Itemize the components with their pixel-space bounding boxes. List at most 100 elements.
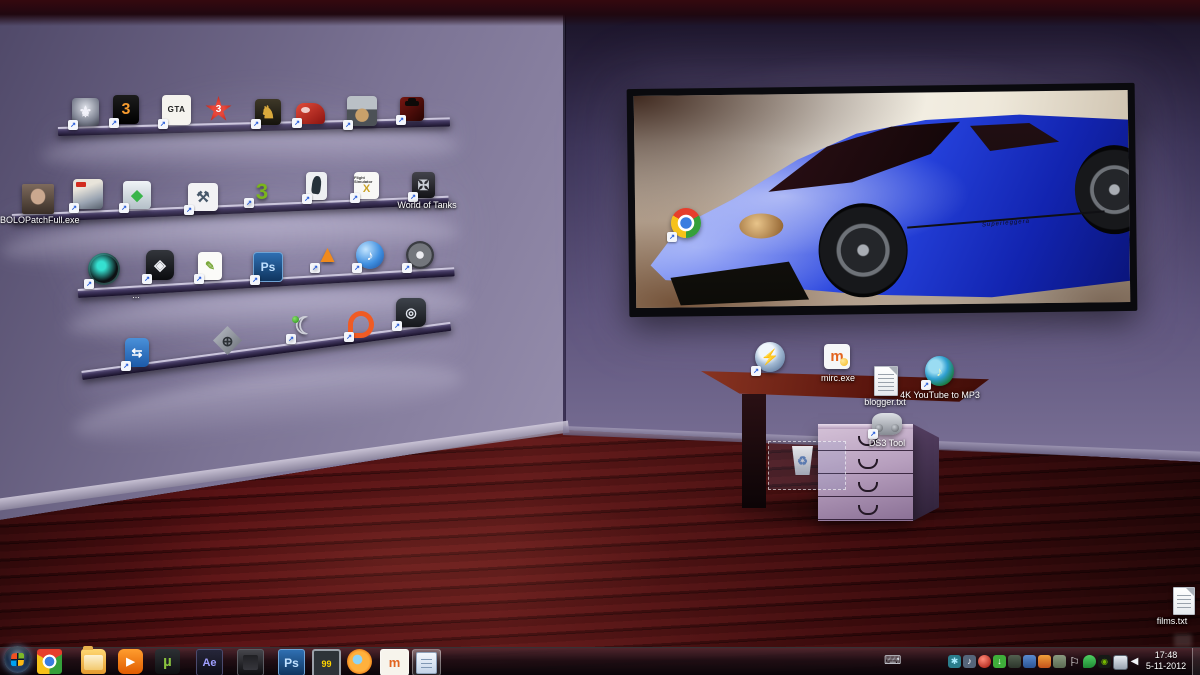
tray-blue-folder-icon[interactable]	[1023, 655, 1036, 668]
start-button[interactable]	[4, 646, 31, 673]
shortcut-arrow-icon: ↗	[119, 203, 129, 213]
fraps-glyph: 99	[321, 659, 331, 669]
icon-daemon-crescent[interactable]: ☾↗	[290, 314, 320, 340]
shortcut-arrow-icon: ↗	[194, 274, 204, 284]
taskbar-mirc-running[interactable]: m	[380, 649, 409, 675]
taskbar-after-effects-icon[interactable]: Ae	[196, 649, 223, 675]
icon-mafia-game[interactable]: ↗	[400, 97, 424, 121]
ae-glyph: Ae	[202, 657, 216, 669]
icon-mirc[interactable]: m	[824, 344, 850, 369]
taskbar-chrome-icon[interactable]	[37, 649, 62, 674]
shortcut-arrow-icon: ↗	[751, 366, 761, 376]
shortcut-arrow-icon: ↗	[69, 203, 79, 213]
tray-audio-icon[interactable]: ♪	[963, 655, 976, 668]
films-floor-reflection	[1174, 634, 1192, 647]
icon-image-editor[interactable]: ✎↗	[198, 252, 222, 280]
shortcut-arrow-icon: ↗	[286, 334, 296, 344]
icon-gta-game[interactable]: GTA↗	[162, 95, 191, 125]
show-desktop-button[interactable]	[1192, 648, 1200, 675]
icon-media-swirl[interactable]: ↗	[88, 253, 120, 285]
icon-3d-cube-app[interactable]: ◈↗	[146, 250, 174, 280]
icon-blogger-txt[interactable]	[874, 366, 898, 396]
icon-itunes[interactable]: ♪↗	[356, 241, 384, 269]
taskbar-explorer-icon[interactable]	[81, 649, 106, 674]
icon-ds3-tool[interactable]: ↗	[872, 413, 902, 435]
label-bolo-patch: BOLOPatchFull.exe	[0, 215, 76, 225]
lamborghini-picture: Superleggera	[634, 90, 1131, 308]
shortcut-arrow-icon: ↗	[343, 120, 353, 130]
icon-4k-youtube-mp3[interactable]: ♪↗	[925, 356, 954, 386]
icon-flight-simulator[interactable]: Flight SimulatorX↗	[354, 172, 379, 199]
tray-green-box-icon[interactable]	[1008, 655, 1021, 668]
crest-glyph: ⚜	[79, 105, 92, 120]
shortcut-arrow-icon: ↗	[350, 193, 360, 203]
tray-download-icon[interactable]: ↓	[993, 655, 1006, 668]
shortcut-arrow-icon: ↗	[184, 205, 194, 215]
shortcut-arrow-icon: ↗	[921, 380, 931, 390]
icon-action-game[interactable]: ↗	[73, 179, 103, 209]
green3-glyph: 3	[256, 181, 268, 203]
mirc-taskbar-glyph: m	[389, 655, 401, 670]
label-youtube-mp3: 4K YouTube to MP3	[898, 390, 982, 400]
icon-world-of-tanks[interactable]: ✠↗	[412, 172, 435, 198]
icon-photoshop[interactable]: Ps↗	[253, 252, 283, 282]
taskbar-clock[interactable]: 17:48 5-11-2012	[1140, 650, 1192, 672]
icon-kart-game[interactable]: ↗	[296, 103, 325, 124]
tray-network-icon[interactable]	[1113, 655, 1128, 670]
car-front-wheel	[818, 203, 908, 297]
icon-chrome-shortcut[interactable]: ↗	[671, 208, 701, 238]
taskbar: ▶ µ Ae Ps 99 m ⌨ ✱ ♪ ↓ ⚐ ◉ ◀ 17:48 5-11-…	[0, 647, 1200, 675]
shortcut-arrow-icon: ↗	[302, 194, 312, 204]
taskbar-console-icon[interactable]	[237, 649, 264, 675]
icon-bf-tools[interactable]: ⚒↗	[188, 183, 218, 211]
icon-crest-game[interactable]: ⚜↗	[72, 98, 99, 126]
tray-snowflake-icon[interactable]: ✱	[948, 655, 961, 668]
taskbar-fraps-icon[interactable]: 99	[312, 649, 341, 675]
icon-counter-strike[interactable]: ↗	[306, 172, 327, 200]
floor-sheen	[120, 480, 680, 640]
icon-origin[interactable]: ↗	[348, 311, 374, 338]
ps-glyph: Ps	[284, 656, 299, 670]
tray-image-viewer-icon[interactable]	[1038, 655, 1051, 668]
icon-teamviewer[interactable]: ⇆↗	[125, 338, 149, 367]
taskbar-notepad-running[interactable]	[412, 649, 441, 675]
label-truncated: ...	[124, 290, 148, 300]
icon-films-txt[interactable]	[1173, 587, 1195, 615]
tray-nvidia-icon[interactable]: ◉	[1098, 655, 1111, 668]
clock-date: 5-11-2012	[1140, 661, 1192, 672]
icon-knight-game[interactable]: ♞↗	[255, 99, 281, 125]
label-films: films.txt	[1146, 616, 1198, 626]
icon-black3-game[interactable]: 3↗	[113, 95, 139, 124]
icon-sims[interactable]: ◆↗	[123, 181, 151, 209]
shortcut-arrow-icon: ↗	[667, 232, 677, 242]
tray-sync-box-icon[interactable]	[1053, 655, 1066, 668]
shortcut-arrow-icon: ↗	[251, 119, 261, 129]
tray-red-ball-icon[interactable]	[978, 655, 991, 668]
language-keyboard-icon[interactable]: ⌨	[884, 654, 901, 666]
icon-daemon-tools[interactable]: ⚡↗	[755, 342, 785, 372]
taskbar-firefox-icon[interactable]	[347, 649, 372, 674]
icon-vlc[interactable]: ▲↗	[314, 240, 341, 269]
icon-film-reel[interactable]: ↗	[406, 241, 434, 269]
icon-steam[interactable]: ◎↗	[396, 298, 426, 327]
taskbar-media-player-icon[interactable]: ▶	[118, 649, 143, 674]
shortcut-arrow-icon: ↗	[121, 361, 131, 371]
icon-bolo-patch[interactable]	[22, 184, 54, 214]
taskbar-utorrent-icon[interactable]: µ	[155, 649, 180, 674]
taskbar-photoshop-icon[interactable]: Ps	[278, 649, 305, 675]
drawer-handle	[858, 482, 878, 492]
itunes-note-glyph: ♪	[367, 248, 374, 262]
icon-soldier-game[interactable]: ↗	[347, 96, 377, 126]
tray-messenger-icon[interactable]	[1083, 655, 1096, 668]
ceiling-shadow	[0, 0, 1200, 26]
wot-eagle-glyph: ✠	[418, 178, 430, 192]
wall-picture-frame: Superleggera	[627, 83, 1138, 317]
drawer-handle	[858, 505, 878, 515]
fsx-x-glyph: X	[363, 184, 370, 195]
tools-glyph: ⚒	[196, 190, 209, 205]
lightning-glyph: ⚡	[761, 350, 780, 365]
icon-green3-game[interactable]: 3↗	[248, 180, 276, 204]
tray-action-center-flag-icon[interactable]: ⚐	[1068, 655, 1081, 668]
pencil-glyph: ✎	[205, 260, 215, 272]
desk-leg	[742, 394, 766, 508]
